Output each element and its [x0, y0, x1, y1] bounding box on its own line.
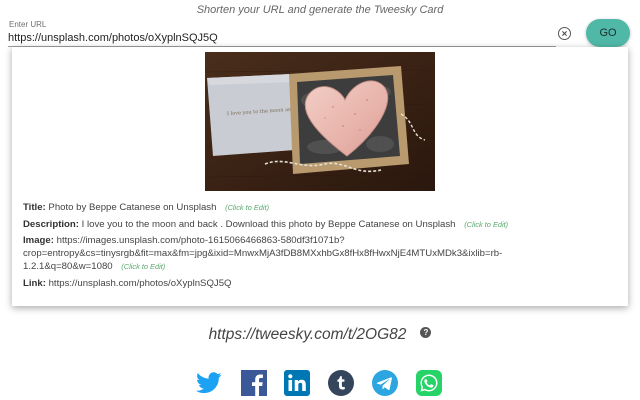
- share-whatsapp-button[interactable]: [416, 370, 442, 396]
- preview-card: I love you to the moon and back Title: P…: [12, 47, 628, 306]
- telegram-icon: [372, 370, 398, 396]
- link-label: Link:: [23, 278, 46, 289]
- description-edit-hint[interactable]: (Click to Edit): [464, 220, 508, 229]
- link-value: https://unsplash.com/photos/oXyplnSQJ5Q: [48, 278, 232, 289]
- image-field[interactable]: Image: https://images.unsplash.com/photo…: [23, 234, 613, 273]
- twitter-icon: [196, 372, 222, 394]
- url-input[interactable]: [8, 30, 553, 46]
- description-label: Description:: [23, 219, 79, 230]
- description-value[interactable]: I love you to the moon and back . Downlo…: [82, 219, 456, 230]
- help-icon[interactable]: ?: [420, 327, 432, 339]
- tagline: Shorten your URL and generate the Tweesk…: [196, 4, 444, 16]
- title-value[interactable]: Photo by Beppe Catanese on Unsplash: [48, 202, 216, 213]
- title-field[interactable]: Title: Photo by Beppe Catanese on Unspla…: [23, 201, 613, 214]
- image-value-line1[interactable]: https://images.unsplash.com/photo-161506…: [57, 235, 345, 246]
- tumblr-icon: [328, 370, 354, 396]
- share-twitter-button[interactable]: [196, 370, 222, 396]
- url-field[interactable]: Enter URL: [8, 20, 556, 47]
- clear-circle-icon: [562, 31, 567, 36]
- title-label: Title:: [23, 202, 46, 213]
- image-label: Image:: [23, 235, 54, 246]
- short-link: https://tweesky.com/t/2OG82?: [0, 326, 640, 344]
- share-linkedin-button[interactable]: [284, 370, 310, 396]
- whatsapp-icon: [416, 370, 442, 396]
- title-edit-hint[interactable]: (Click to Edit): [225, 203, 269, 212]
- heart-box-illustration: I love you to the moon and back: [205, 52, 435, 191]
- clear-button[interactable]: [558, 27, 571, 40]
- image-edit-hint[interactable]: (Click to Edit): [121, 262, 165, 271]
- share-facebook-button[interactable]: [241, 370, 267, 396]
- preview-image[interactable]: I love you to the moon and back: [205, 52, 435, 191]
- linkedin-icon: [284, 370, 310, 396]
- image-value-line2[interactable]: crop=entropy&cs=tinysrgb&fit=max&fm=jpg&…: [23, 247, 613, 260]
- link-field: Link: https://unsplash.com/photos/oXypln…: [23, 277, 613, 290]
- share-buttons: [196, 370, 446, 396]
- share-telegram-button[interactable]: [372, 370, 398, 396]
- go-button[interactable]: GO: [586, 19, 630, 47]
- url-label: Enter URL: [9, 20, 47, 29]
- short-url[interactable]: https://tweesky.com/t/2OG82: [209, 326, 407, 343]
- image-value-line3[interactable]: 1.2.1&q=80&w=1080: [23, 261, 113, 272]
- description-field[interactable]: Description: I love you to the moon and …: [23, 218, 613, 231]
- facebook-icon: [241, 370, 267, 396]
- share-tumblr-button[interactable]: [328, 370, 354, 396]
